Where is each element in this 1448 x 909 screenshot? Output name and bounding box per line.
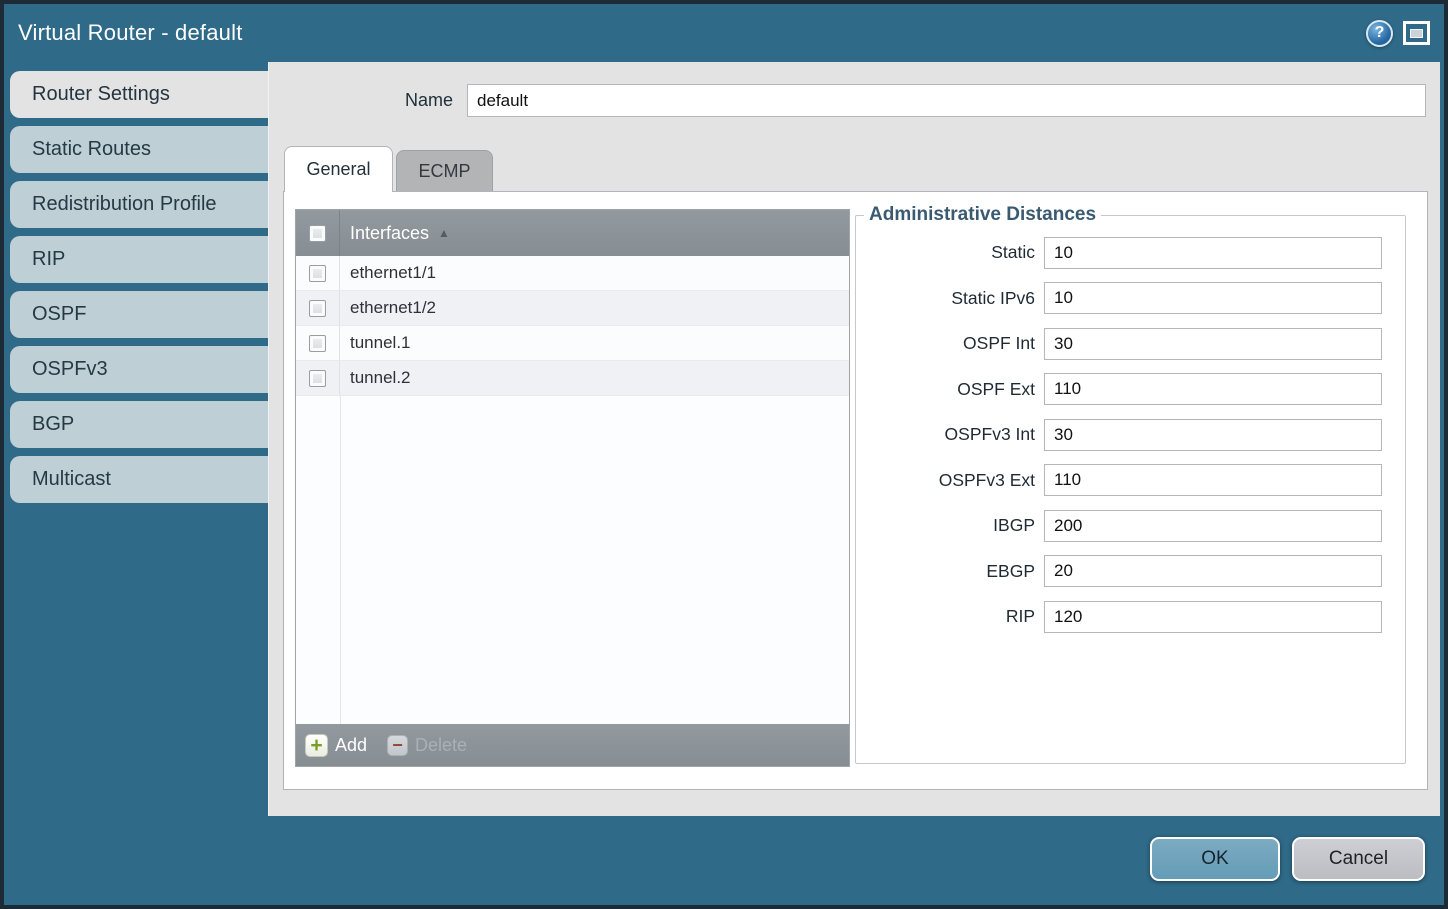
tab-general-label: General (306, 159, 370, 180)
add-button[interactable]: + Add (305, 734, 367, 757)
add-icon: + (305, 734, 328, 757)
admin-distances-group: Administrative Distances Static Static IP… (855, 204, 1406, 764)
rip-input[interactable] (1044, 601, 1382, 633)
row-checkbox-cell (296, 361, 340, 395)
sidebar-item-label: OSPFv3 (32, 358, 108, 381)
ospfv3-int-input[interactable] (1044, 419, 1382, 451)
name-row: Name (269, 84, 1440, 117)
sidebar-item-bgp[interactable]: BGP (10, 401, 268, 448)
static-input[interactable] (1044, 237, 1382, 269)
interfaces-table: Interfaces ▲ ethernet1/1 ethernet1/2 tunne… (295, 209, 850, 767)
sidebar-item-redistribution-profile[interactable]: Redistribution Profile (10, 181, 268, 228)
help-icon[interactable]: ? (1366, 20, 1393, 47)
field-row: OSPF Ext (856, 373, 1391, 406)
interfaces-column-header[interactable]: Interfaces ▲ (296, 210, 849, 256)
row-checkbox[interactable] (309, 370, 326, 387)
row-checkbox-cell (296, 256, 340, 290)
field-label: OSPF Ext (856, 379, 1044, 400)
ibgp-input[interactable] (1044, 510, 1382, 542)
row-checkbox[interactable] (309, 300, 326, 317)
row-checkbox-cell (296, 326, 340, 360)
ospfv3-ext-input[interactable] (1044, 464, 1382, 496)
tab-ecmp[interactable]: ECMP (396, 150, 493, 192)
ebgp-input[interactable] (1044, 555, 1382, 587)
field-row: OSPF Int (856, 327, 1391, 360)
sidebar-item-label: Router Settings (32, 83, 170, 106)
field-row: IBGP (856, 509, 1391, 542)
interface-name: tunnel.2 (350, 368, 411, 388)
title-bar-icons: ? (1366, 4, 1430, 62)
name-input[interactable] (467, 84, 1426, 117)
sidebar-item-multicast[interactable]: Multicast (10, 456, 268, 503)
field-label: OSPFv3 Int (856, 424, 1044, 445)
help-icon-glyph: ? (1375, 24, 1385, 42)
sidebar-item-label: Redistribution Profile (32, 193, 217, 216)
virtual-router-dialog: Virtual Router - default ? Router Settin… (0, 0, 1448, 909)
maximize-icon-inner (1410, 29, 1423, 38)
admin-distances-title: Administrative Distances (864, 204, 1101, 226)
interfaces-header-label: Interfaces (350, 223, 429, 244)
select-all-checkbox[interactable] (309, 225, 326, 242)
delete-icon: − (387, 735, 408, 756)
field-row: Static (856, 236, 1391, 269)
delete-button[interactable]: − Delete (387, 735, 467, 756)
header-checkbox-cell (296, 210, 340, 256)
field-label: Static IPv6 (856, 288, 1044, 309)
sidebar-item-static-routes[interactable]: Static Routes (10, 126, 268, 173)
sidebar-item-ospf[interactable]: OSPF (10, 291, 268, 338)
tab-ecmp-label: ECMP (418, 161, 470, 182)
sidebar-item-ospfv3[interactable]: OSPFv3 (10, 346, 268, 393)
ok-button-label: OK (1201, 848, 1228, 870)
field-row: OSPFv3 Int (856, 418, 1391, 451)
field-row: EBGP (856, 555, 1391, 588)
field-row: RIP (856, 600, 1391, 633)
tab-general[interactable]: General (284, 146, 393, 192)
sidebar-item-label: Multicast (32, 468, 111, 491)
table-row[interactable]: tunnel.2 (296, 361, 849, 396)
sidebar-item-label: OSPF (32, 303, 86, 326)
interface-name: ethernet1/1 (350, 263, 436, 283)
field-label: OSPF Int (856, 333, 1044, 354)
main-panel: Name ECMP General Interfaces ▲ ethernet1… (268, 62, 1440, 816)
ok-button[interactable]: OK (1150, 837, 1280, 881)
table-row[interactable]: ethernet1/1 (296, 256, 849, 291)
cancel-button-label: Cancel (1329, 848, 1388, 870)
interfaces-table-toolbar: + Add − Delete (296, 724, 849, 766)
sidebar-item-label: RIP (32, 248, 65, 271)
cancel-button[interactable]: Cancel (1292, 837, 1425, 881)
field-label: EBGP (856, 561, 1044, 582)
field-label: IBGP (856, 515, 1044, 536)
field-label: RIP (856, 606, 1044, 627)
table-row[interactable]: tunnel.1 (296, 326, 849, 361)
name-label: Name (269, 84, 461, 117)
field-row: OSPFv3 Ext (856, 464, 1391, 497)
row-checkbox-cell (296, 291, 340, 325)
field-row: Static IPv6 (856, 282, 1391, 315)
sidebar-item-rip[interactable]: RIP (10, 236, 268, 283)
delete-button-label: Delete (415, 735, 467, 756)
title-bar: Virtual Router - default ? (4, 4, 1444, 62)
static-ipv6-input[interactable] (1044, 282, 1382, 314)
ospf-int-input[interactable] (1044, 328, 1382, 360)
interfaces-table-body: ethernet1/1 ethernet1/2 tunnel.1 tunnel.2 (296, 256, 849, 724)
row-checkbox[interactable] (309, 335, 326, 352)
table-row[interactable]: ethernet1/2 (296, 291, 849, 326)
field-label: OSPFv3 Ext (856, 470, 1044, 491)
sidebar-item-label: BGP (32, 413, 74, 436)
interface-name: ethernet1/2 (350, 298, 436, 318)
maximize-icon[interactable] (1403, 21, 1430, 45)
dialog-title: Virtual Router - default (18, 20, 243, 46)
admin-distances-rows: Static Static IPv6 OSPF Int OSPF Ext OSPFv3 … (856, 236, 1391, 633)
field-label: Static (856, 242, 1044, 263)
general-tab-panel: Interfaces ▲ ethernet1/1 ethernet1/2 tunne… (283, 191, 1428, 790)
sidebar-item-label: Static Routes (32, 138, 151, 161)
ospf-ext-input[interactable] (1044, 373, 1382, 405)
sidebar-item-router-settings[interactable]: Router Settings (10, 71, 268, 118)
sort-ascending-icon: ▲ (438, 226, 450, 240)
sidebar: Router Settings Static Routes Redistributi… (10, 71, 268, 511)
add-button-label: Add (335, 735, 367, 756)
row-checkbox[interactable] (309, 265, 326, 282)
interface-name: tunnel.1 (350, 333, 411, 353)
